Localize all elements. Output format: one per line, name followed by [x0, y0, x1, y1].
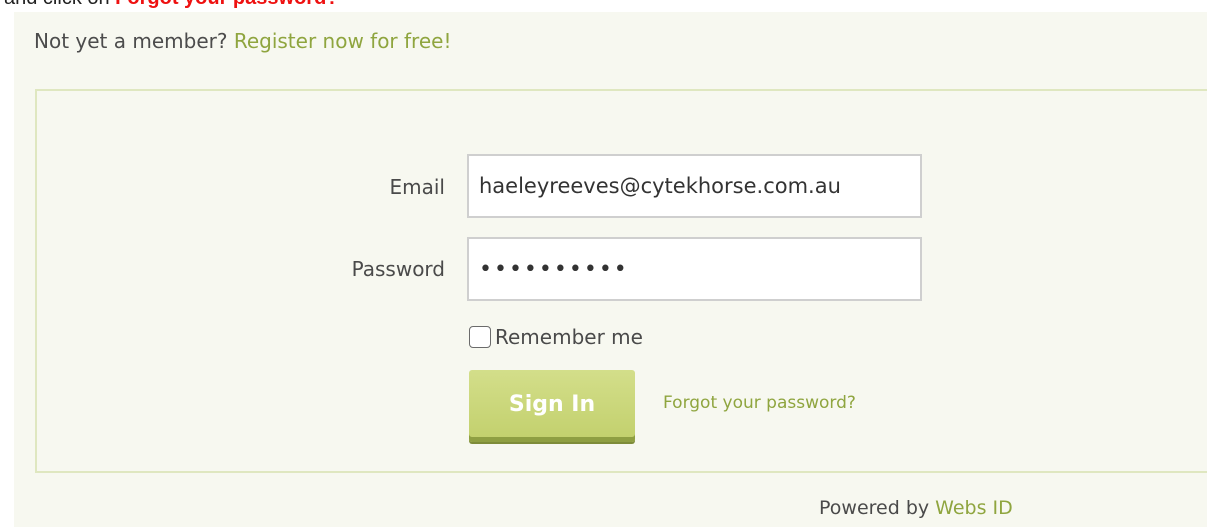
instruction-prefix: and click on: [4, 0, 115, 9]
email-field[interactable]: [467, 154, 922, 218]
email-label: Email: [389, 175, 446, 199]
forgot-password-link[interactable]: Forgot your password?: [663, 393, 856, 413]
powered-by: Powered by Webs ID: [819, 497, 1013, 519]
login-form: Email Password Remember me Sign In Forgo…: [35, 89, 1207, 473]
instruction-highlight: Forgot your password?: [115, 0, 338, 9]
login-panel: Not yet a member? Register now for free!…: [14, 12, 1207, 527]
member-prompt: Not yet a member? Register now for free!: [34, 29, 451, 53]
remember-me-row: Remember me: [469, 325, 643, 349]
remember-me-label[interactable]: Remember me: [495, 325, 643, 349]
register-link[interactable]: Register now for free!: [234, 29, 452, 53]
webs-id-link[interactable]: Webs ID: [935, 497, 1013, 519]
sign-in-button[interactable]: Sign In: [469, 370, 635, 442]
password-label: Password: [351, 257, 445, 281]
instruction-text: and click on Forgot your password?: [4, 0, 339, 10]
password-field[interactable]: [467, 237, 922, 301]
member-prompt-text: Not yet a member?: [34, 29, 234, 53]
remember-me-checkbox[interactable]: [469, 326, 491, 348]
powered-by-text: Powered by: [819, 497, 936, 519]
